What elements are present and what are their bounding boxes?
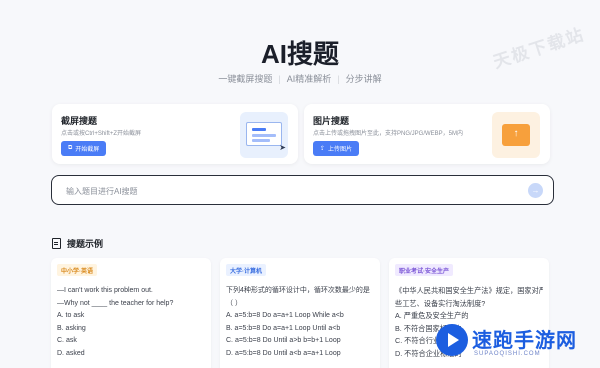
example-content: 下列4种形式的循环设计中，循环次数最少的是 （ ） A. a=5:b=8 Do …	[226, 285, 374, 360]
window-bar	[252, 128, 266, 131]
window-bar	[252, 139, 270, 142]
watermark-name: 速跑手游网	[472, 330, 577, 352]
upload-icon: ⇪	[320, 146, 326, 152]
window-bar	[252, 134, 276, 137]
document-icon	[52, 238, 61, 249]
play-logo-icon	[436, 324, 468, 356]
send-button[interactable]: →	[528, 183, 543, 198]
subtitle-item-1: 一键截屏搜题	[218, 74, 273, 84]
example-line: B. asking	[57, 324, 86, 332]
page-title: AI搜题	[260, 39, 339, 69]
subtitle-divider: |	[337, 74, 340, 84]
example-tag: 大学·计算机	[226, 264, 266, 276]
example-line: （ ）	[226, 299, 242, 307]
example-content: —I can't work this problem out. —Why not…	[57, 285, 205, 360]
example-card-english[interactable]: 中小学·英语 —I can't work this problem out. —…	[51, 258, 211, 368]
watermark-sub: SUPAOQISHI.COM	[474, 351, 541, 357]
screenshot-card-desc: 点击或按Ctrl+Shift+Z开始截屏	[61, 131, 142, 137]
question-search-box[interactable]: →	[51, 175, 554, 205]
image-search-card[interactable]: 图片搜题 点击上传或拖拽图片至此，支持PNG/JPG/WEBP，5M内 ⇪ 上传…	[304, 104, 550, 164]
image-card-desc: 点击上传或拖拽图片至此，支持PNG/JPG/WEBP，5M内	[313, 131, 464, 137]
folder-illustration: ↑	[502, 124, 530, 146]
examples-header: 搜题示例	[52, 237, 103, 250]
start-screenshot-label: 开始截屏	[75, 147, 100, 153]
upload-image-label: 上传图片	[328, 147, 353, 153]
screenshot-search-card[interactable]: 截屏搜题 点击或按Ctrl+Shift+Z开始截屏 ⧉ 开始截屏 ➤	[52, 104, 298, 164]
upload-image-button[interactable]: ⇪ 上传图片	[313, 141, 360, 156]
example-line: A. a=5:b=8 Do a=a+1 Loop While a<b	[226, 312, 344, 319]
watermark-bottom: 速跑手游网 SUPAOQISHI.COM	[432, 318, 600, 368]
example-line: C. a=5:b=8 Do Until a>b b=b+1 Loop	[226, 337, 341, 344]
subtitle-item-2: AI精准解析	[286, 74, 332, 84]
example-line: —Why not ____ the teacher for help?	[57, 299, 174, 307]
window-illustration	[246, 122, 282, 146]
upload-folder-icon: ↑	[492, 112, 540, 158]
example-line: B. a=5:b=8 Do a=a+1 Loop Until a<b	[226, 324, 341, 332]
arrow-right-icon: →	[531, 186, 540, 195]
up-arrow-icon: ↑	[513, 128, 519, 139]
play-icon	[448, 333, 459, 347]
screenshot-window-icon: ➤	[240, 112, 288, 158]
image-card-title: 图片搜题	[313, 116, 350, 126]
screenshot-icon: ⧉	[68, 145, 73, 151]
example-line: 下列4种形式的循环设计中，循环次数最少的是	[226, 287, 370, 294]
example-line: 《中华人民共和国安全生产法》规定，国家对严	[395, 286, 543, 295]
example-line: C. ask	[57, 337, 77, 344]
cursor-icon: ➤	[279, 143, 286, 152]
subtitle-item-3: 分步讲解	[345, 74, 382, 84]
example-line: A. to ask	[57, 312, 85, 319]
example-line: —I can't work this problem out.	[57, 287, 153, 294]
example-tag: 中小学·英语	[57, 264, 97, 276]
subtitle-divider: |	[278, 74, 281, 84]
start-screenshot-button[interactable]: ⧉ 开始截屏	[61, 141, 107, 156]
example-card-computer[interactable]: 大学·计算机 下列4种形式的循环设计中，循环次数最少的是 （ ） A. a=5:…	[220, 258, 380, 368]
example-tag: 职业考试·安全生产	[395, 264, 453, 276]
screenshot-card-title: 截屏搜题	[61, 116, 98, 126]
examples-heading: 搜题示例	[67, 239, 104, 249]
example-line: 些工艺、设备实行淘汰制度?	[395, 298, 486, 308]
question-input[interactable]	[66, 183, 486, 199]
example-line: D. asked	[57, 349, 85, 357]
page-subtitle: 一键截屏搜题 | AI精准解析 | 分步讲解	[0, 72, 600, 85]
example-line: D. a=5:b=8 Do Until a<b a=a+1 Loop	[226, 349, 341, 357]
